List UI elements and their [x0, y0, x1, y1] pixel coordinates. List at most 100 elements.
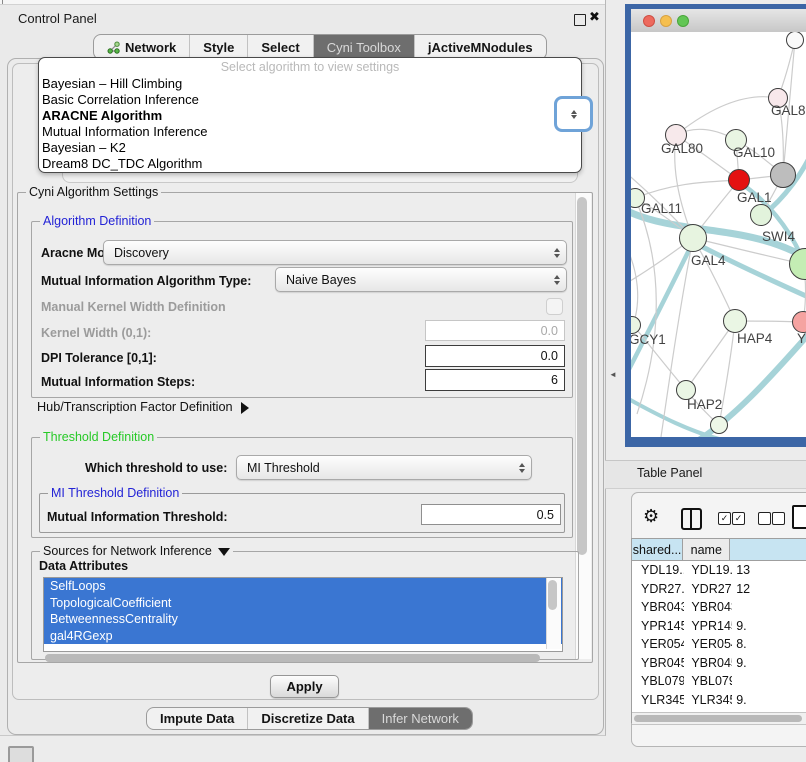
mi-threshold-field[interactable]: 0.5 — [421, 504, 561, 525]
table-cell: YLR345W — [632, 693, 684, 707]
deselect-all-icon[interactable] — [772, 512, 785, 525]
attribute-item-betweennesscentrality[interactable]: BetweennessCentrality — [44, 611, 562, 628]
which-threshold-label: Which threshold to use: — [85, 461, 227, 475]
mi-steps-field[interactable]: 6 — [425, 369, 565, 391]
top-tick — [2, 0, 3, 4]
tab-network[interactable]: Network — [94, 35, 189, 59]
column-header-name[interactable]: name — [683, 538, 730, 561]
attribute-item-topologicalcoefficient[interactable]: TopologicalCoefficient — [44, 595, 562, 612]
table-cell: 12 — [732, 582, 806, 596]
tab-cyni-toolbox[interactable]: Cyni Toolbox — [313, 35, 414, 59]
float-icon[interactable] — [574, 14, 586, 26]
aracne-mode-select[interactable]: Discovery — [103, 240, 567, 265]
column-header-numeric[interactable] — [730, 538, 806, 561]
deselect-all-icon[interactable] — [758, 512, 771, 525]
focused-combo-fragment[interactable] — [554, 96, 593, 132]
table-row[interactable]: YDR27...YDR27...12 — [632, 580, 806, 599]
hub-section-toggle[interactable]: Hub/Transcription Factor Definition — [37, 400, 249, 414]
data-attributes-list[interactable]: SelfLoopsTopologicalCoefficientBetweenne… — [43, 577, 563, 652]
mi-algorithm-type-select[interactable]: Naive Bayes — [275, 267, 567, 292]
dropdown-item-list: Bayesian – Hill ClimbingBasic Correlatio… — [39, 76, 581, 172]
tab-infer-network[interactable]: Infer Network — [368, 708, 472, 729]
node-label-y: Y — [797, 331, 806, 346]
table-row[interactable]: YLR345WYLR345W9. — [632, 691, 806, 710]
tab-discretize-data[interactable]: Discretize Data — [247, 708, 367, 729]
spinner-up-icon — [571, 110, 577, 114]
network-node[interactable] — [728, 169, 750, 191]
kernel-width-field[interactable]: 0.0 — [425, 320, 565, 341]
tab-label: jActiveMNodules — [428, 40, 533, 55]
network-node[interactable] — [679, 224, 707, 252]
settings-scrollbar-thumb[interactable] — [577, 197, 587, 555]
node-label-hap2: HAP2 — [687, 397, 722, 412]
node-label-gal10: GAL10 — [733, 145, 775, 160]
minimized-panel-icon[interactable] — [8, 746, 34, 762]
aracne-mode-value: Discovery — [104, 246, 548, 260]
dropdown-item-bayesian-k2[interactable]: Bayesian – K2 — [39, 140, 581, 156]
network-node[interactable] — [750, 204, 772, 226]
node-label-hap4: HAP4 — [737, 331, 772, 346]
attributes-scrollbar-thumb[interactable] — [548, 580, 557, 610]
network-window-titlebar[interactable] — [631, 9, 806, 33]
network-node[interactable] — [770, 162, 796, 188]
zoom-traffic-light[interactable] — [677, 15, 689, 27]
apply-button[interactable]: Apply — [270, 675, 339, 698]
table-row[interactable]: YBL079WYBL079W — [632, 672, 806, 691]
table-hscrollbar-thumb[interactable] — [634, 715, 802, 722]
column-header-shared[interactable]: shared... — [632, 538, 683, 561]
table-cell: YBR043C — [684, 600, 732, 614]
close-traffic-light[interactable] — [643, 15, 655, 27]
node-label-gal1: GAL1 — [737, 190, 772, 205]
hub-section-label: Hub/Transcription Factor Definition — [37, 400, 233, 414]
table-cell: 13 — [732, 563, 806, 577]
tab-style[interactable]: Style — [189, 35, 247, 59]
collapse-arrow-icon — [218, 548, 230, 556]
table-cell: YPR145W — [684, 619, 732, 633]
table-row[interactable]: YPR145WYPR145W9. — [632, 617, 806, 636]
settings-hscrollbar-thumb[interactable] — [45, 654, 540, 662]
network-node[interactable] — [710, 416, 728, 434]
dropdown-item-basic-correlation-inference[interactable]: Basic Correlation Inference — [39, 92, 581, 108]
attribute-item-selfloops[interactable]: SelfLoops — [44, 578, 562, 595]
sources-title-row[interactable]: Sources for Network Inference — [40, 544, 233, 558]
dropdown-item-dream8-dc-tdc-algorithm[interactable]: Dream8 DC_TDC Algorithm — [39, 156, 581, 172]
network-icon — [107, 41, 120, 54]
gear-icon[interactable]: ⚙ — [643, 506, 659, 527]
tab-label: Network — [125, 40, 176, 55]
algorithm-definition-title: Algorithm Definition — [40, 214, 154, 228]
tab-impute-data[interactable]: Impute Data — [147, 708, 247, 729]
network-node[interactable] — [723, 309, 747, 333]
table-cell: YDL19... — [632, 563, 684, 577]
stepper-icon — [548, 275, 566, 285]
dropdown-item-aracne-algorithm[interactable]: ARACNE Algorithm — [39, 108, 581, 124]
dropdown-placeholder: Select algorithm to view settings — [39, 58, 581, 76]
node-label-gal11: GAL11 — [641, 201, 682, 216]
dropdown-item-mutual-information-inference[interactable]: Mutual Information Inference — [39, 124, 581, 140]
settings-group-title: Cyni Algorithm Settings — [26, 185, 161, 199]
table-row[interactable]: YBR045CYBR045C9. — [632, 654, 806, 673]
dpi-tolerance-field[interactable]: 0.0 — [425, 345, 565, 367]
table-body: YDL19...YDL19...13YDR27...YDR27...12YBR0… — [632, 561, 806, 723]
select-all-icon[interactable]: ✓ — [732, 512, 745, 525]
control-panel-top-strip — [0, 0, 605, 5]
manual-kernel-checkbox[interactable] — [546, 298, 563, 315]
node-table[interactable]: shared...name YDL19...YDL19...13YDR27...… — [631, 538, 806, 723]
tab-jactivemnodules[interactable]: jActiveMNodules — [414, 35, 546, 59]
control-panel-title: Control Panel — [18, 11, 97, 26]
table-hscrollbar-track[interactable] — [632, 712, 806, 725]
minimize-traffic-light[interactable] — [660, 15, 672, 27]
columns-icon[interactable] — [681, 508, 702, 530]
which-threshold-select[interactable]: MI Threshold — [236, 455, 532, 480]
close-icon[interactable]: ✖ — [589, 9, 600, 25]
table-cell: YPR145W — [632, 619, 684, 633]
table-row[interactable]: YER054CYER054C8. — [632, 635, 806, 654]
table-row[interactable]: YDL19...YDL19...13 — [632, 561, 806, 580]
network-canvas[interactable]: GAL8GAL80GAL10GAL1GAL11GAL4SWI4GCY1HAP4Y… — [631, 32, 806, 437]
select-all-icon[interactable]: ✓ — [718, 512, 731, 525]
table-row[interactable]: YBR043CYBR043C — [632, 598, 806, 617]
document-icon[interactable] — [792, 505, 806, 529]
attribute-item-gal4rgexp[interactable]: gal4RGexp — [44, 628, 562, 645]
dropdown-item-bayesian-hill-climbing[interactable]: Bayesian – Hill Climbing — [39, 76, 581, 92]
tab-select[interactable]: Select — [247, 35, 312, 59]
table-cell: YBR043C — [632, 600, 684, 614]
